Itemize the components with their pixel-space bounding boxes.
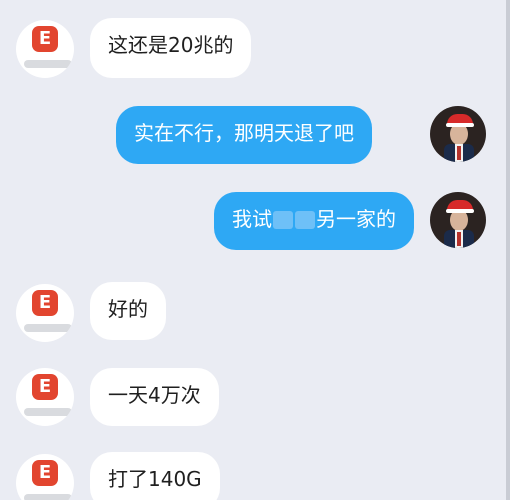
message-row-incoming: E 这还是20兆的 [0, 18, 506, 82]
message-bubble[interactable]: 一天4万次 [90, 368, 219, 426]
message-bubble[interactable]: 好的 [90, 282, 166, 340]
contact-avatar[interactable]: E [16, 284, 74, 342]
user-avatar[interactable] [430, 106, 486, 162]
message-bubble[interactable]: 实在不行，那明天退了吧 [116, 106, 372, 164]
message-text: 这还是20兆的 [108, 33, 234, 57]
message-row-outgoing: 实在不行，那明天退了吧 [0, 106, 506, 168]
redaction-blur [295, 211, 315, 229]
company-logo-icon: E [32, 374, 58, 400]
message-row-incoming: E 打了140G [0, 452, 506, 500]
contact-avatar[interactable]: E [16, 20, 74, 78]
message-row-incoming: E 好的 [0, 282, 506, 344]
message-text: 一天4万次 [108, 383, 201, 407]
message-text: 实在不行，那明天退了吧 [134, 121, 354, 145]
user-avatar[interactable] [430, 192, 486, 248]
window-edge [506, 0, 510, 500]
santa-hat-brim [446, 123, 474, 127]
redaction-blur [273, 211, 293, 229]
company-logo-icon: E [32, 290, 58, 316]
avatar-blur-overlay [24, 60, 72, 68]
avatar-tie [457, 232, 461, 246]
company-logo-icon: E [32, 460, 58, 486]
message-row-incoming: E 一天4万次 [0, 368, 506, 430]
message-bubble[interactable]: 这还是20兆的 [90, 18, 252, 78]
contact-avatar[interactable]: E [16, 454, 74, 500]
company-logo-icon: E [32, 26, 58, 52]
message-text-after: 另一家的 [316, 207, 396, 231]
avatar-blur-overlay [24, 324, 72, 332]
avatar-blur-overlay [24, 408, 72, 416]
message-bubble[interactable]: 打了140G [90, 452, 220, 500]
message-text: 打了140G [108, 467, 202, 491]
contact-avatar[interactable]: E [16, 368, 74, 426]
message-bubble[interactable]: 我试 另一家的 [214, 192, 414, 250]
message-row-outgoing: 我试 另一家的 [0, 192, 506, 254]
avatar-tie [457, 146, 461, 160]
message-text-before: 我试 [232, 207, 272, 231]
avatar-blur-overlay [24, 494, 72, 500]
message-text: 好的 [108, 297, 148, 321]
santa-hat-brim [446, 209, 474, 213]
